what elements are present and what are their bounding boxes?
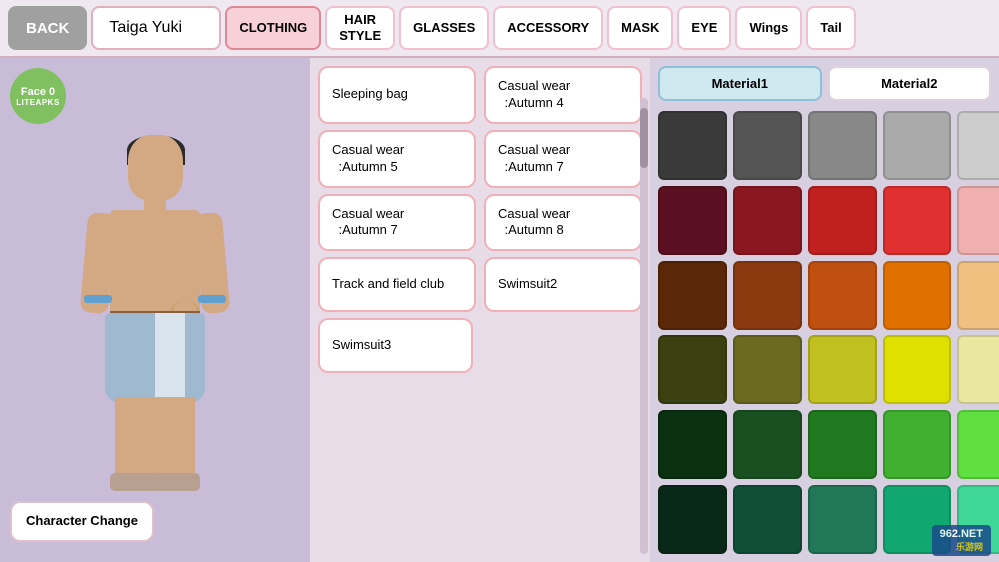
color-swatch-3[interactable] <box>883 111 952 180</box>
scrollbar-thumb <box>640 108 648 168</box>
color-swatch-22[interactable] <box>808 410 877 479</box>
clothing-item-casual-autumn-5[interactable]: Casual wear:Autumn 5 <box>318 130 476 188</box>
color-swatch-1[interactable] <box>733 111 802 180</box>
clothing-row-0: Sleeping bag Casual wear:Autumn 4 <box>318 66 642 124</box>
char-leg-left <box>115 397 155 477</box>
char-shorts-stripe <box>155 313 185 403</box>
tab-mask[interactable]: MASK <box>607 6 673 50</box>
tab-wings[interactable]: Wings <box>735 6 802 50</box>
clothing-item-casual-autumn-7b[interactable]: Casual wear:Autumn 7 <box>318 194 476 252</box>
color-swatch-2[interactable] <box>808 111 877 180</box>
char-head <box>128 135 183 200</box>
clothing-panel: Sleeping bag Casual wear:Autumn 4 Casual… <box>310 58 650 562</box>
color-swatch-7[interactable] <box>808 186 877 255</box>
color-swatch-0[interactable] <box>658 111 727 180</box>
clothing-item-casual-autumn-7a[interactable]: Casual wear:Autumn 7 <box>484 130 642 188</box>
top-nav: BACK Taiga Yuki CLOTHING HAIRSTYLE GLASS… <box>0 0 999 58</box>
character-figure <box>70 135 240 505</box>
clothing-item-track-field[interactable]: Track and field club <box>318 257 476 312</box>
clothing-item-casual-autumn-4[interactable]: Casual wear:Autumn 4 <box>484 66 642 124</box>
color-swatch-16[interactable] <box>733 335 802 404</box>
color-grid <box>658 111 991 554</box>
color-swatch-12[interactable] <box>808 261 877 330</box>
color-swatch-17[interactable] <box>808 335 877 404</box>
color-swatch-20[interactable] <box>658 410 727 479</box>
face-label-area: Face 0 LITEAPKS <box>10 68 66 124</box>
tab-eye[interactable]: EYE <box>677 6 731 50</box>
tab-hairstyle[interactable]: HAIRSTYLE <box>325 6 395 50</box>
tab-accessory[interactable]: ACCESSORY <box>493 6 603 50</box>
color-swatch-5[interactable] <box>658 186 727 255</box>
clothing-row-3: Track and field club Swimsuit2 <box>318 257 642 312</box>
color-swatch-26[interactable] <box>733 485 802 554</box>
character-panel: Face 0 LITEAPKS Character Cha <box>0 58 310 562</box>
back-button[interactable]: BACK <box>8 6 87 50</box>
char-leg-right <box>155 397 195 477</box>
material-tabs: Material1 Material2 <box>658 66 991 101</box>
color-swatch-13[interactable] <box>883 261 952 330</box>
color-swatch-24[interactable] <box>957 410 999 479</box>
watermark-sub: 乐游网 <box>940 540 983 553</box>
tab-clothing[interactable]: CLOTHING <box>225 6 321 50</box>
color-swatch-6[interactable] <box>733 186 802 255</box>
color-swatch-25[interactable] <box>658 485 727 554</box>
clothing-item-swimsuit3[interactable]: Swimsuit3 <box>318 318 473 373</box>
character-change-button[interactable]: Character Change <box>10 501 154 542</box>
color-swatch-15[interactable] <box>658 335 727 404</box>
char-shorts <box>105 313 205 403</box>
clothing-row-1: Casual wear:Autumn 5 Casual wear:Autumn … <box>318 130 642 188</box>
color-swatch-9[interactable] <box>957 186 999 255</box>
color-swatch-14[interactable] <box>957 261 999 330</box>
color-swatch-11[interactable] <box>733 261 802 330</box>
character-name: Taiga Yuki <box>91 6 221 50</box>
liteapks-label: LITEAPKS <box>16 98 60 107</box>
material1-tab[interactable]: Material1 <box>658 66 822 101</box>
clothing-item-swimsuit2[interactable]: Swimsuit2 <box>484 257 642 312</box>
clothing-item-sleeping-bag[interactable]: Sleeping bag <box>318 66 476 124</box>
main-area: Face 0 LITEAPKS Character Cha <box>0 58 999 562</box>
color-swatch-23[interactable] <box>883 410 952 479</box>
material2-tab[interactable]: Material2 <box>828 66 992 101</box>
clothing-item-casual-autumn-8[interactable]: Casual wear:Autumn 8 <box>484 194 642 252</box>
color-swatch-10[interactable] <box>658 261 727 330</box>
color-swatch-19[interactable] <box>957 335 999 404</box>
watermark-site: 962.NET <box>940 528 983 540</box>
clothing-row-4: Swimsuit3 <box>318 318 642 373</box>
color-swatch-4[interactable] <box>957 111 999 180</box>
color-panel: Material1 Material2 <box>650 58 999 562</box>
clothing-row-2: Casual wear:Autumn 7 Casual wear:Autumn … <box>318 194 642 252</box>
watermark: 962.NET 乐游网 <box>932 525 991 556</box>
color-swatch-27[interactable] <box>808 485 877 554</box>
tab-tail[interactable]: Tail <box>806 6 855 50</box>
color-swatch-8[interactable] <box>883 186 952 255</box>
tab-glasses[interactable]: GLASSES <box>399 6 489 50</box>
color-swatch-21[interactable] <box>733 410 802 479</box>
face-oval[interactable]: Face 0 LITEAPKS <box>10 68 66 124</box>
clothing-scrollbar[interactable] <box>640 98 648 554</box>
char-torso <box>110 210 200 320</box>
char-foot-right <box>152 473 200 491</box>
char-bracelet-right <box>198 295 226 303</box>
char-foot-left <box>110 473 158 491</box>
char-bracelet-left <box>84 295 112 303</box>
color-swatch-18[interactable] <box>883 335 952 404</box>
face-text: Face 0 <box>21 86 55 98</box>
